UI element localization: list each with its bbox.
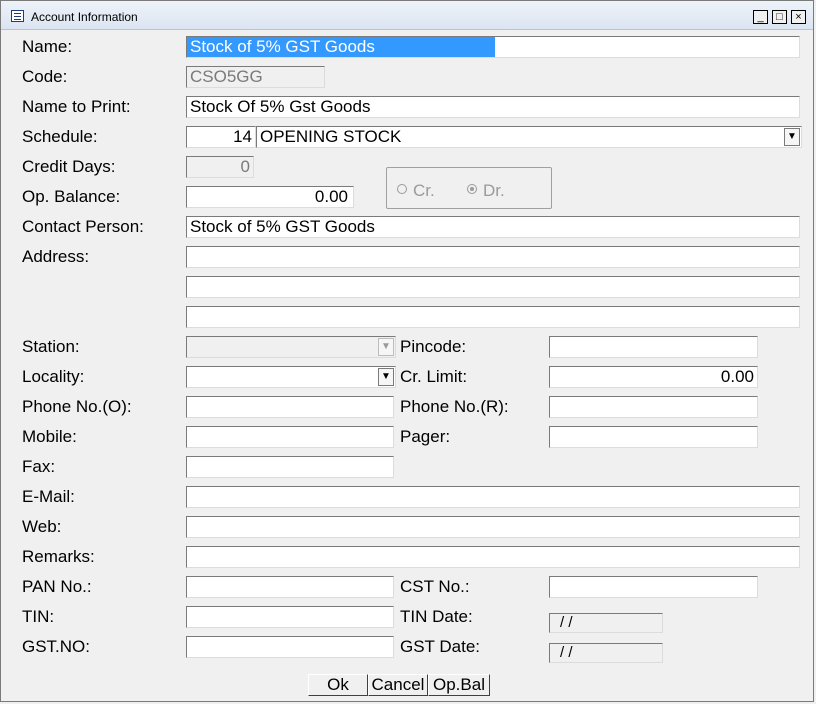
close-button[interactable]: × <box>791 10 806 24</box>
credit-days-input[interactable]: 0 <box>186 156 254 178</box>
contact-person-label: Contact Person: <box>22 217 144 236</box>
schedule-number-input[interactable]: 14 <box>186 126 256 148</box>
phone-r-input[interactable] <box>549 396 758 418</box>
locality-select[interactable]: ▼ <box>186 366 396 388</box>
pincode-label: Pincode: <box>400 337 467 356</box>
mobile-input[interactable] <box>186 426 394 448</box>
cancel-button[interactable]: Cancel <box>368 674 428 696</box>
station-select[interactable]: ▼ <box>186 336 396 358</box>
email-label: E-Mail: <box>22 487 75 506</box>
schedule-label: Schedule: <box>22 127 98 146</box>
tin-date-label: TIN Date: <box>400 607 473 626</box>
title-bar[interactable]: Account Information _ □ × <box>1 1 813 30</box>
window-icon[interactable] <box>11 10 24 22</box>
radio-off-icon <box>397 184 407 194</box>
name-to-print-label: Name to Print: <box>22 97 131 116</box>
phone-o-label: Phone No.(O): <box>22 397 132 416</box>
contact-person-input[interactable]: Stock of 5% GST Goods <box>186 216 800 238</box>
phone-r-label: Phone No.(R): <box>400 397 509 416</box>
pager-input[interactable] <box>549 426 758 448</box>
cr-label: Cr. <box>413 181 435 200</box>
pincode-input[interactable] <box>549 336 758 358</box>
tin-input[interactable] <box>186 606 394 628</box>
phone-o-input[interactable] <box>186 396 394 418</box>
fax-input[interactable] <box>186 456 394 478</box>
name-input[interactable]: Stock of 5% GST Goods <box>186 36 800 58</box>
op-bal-button[interactable]: Op.Bal <box>428 674 490 696</box>
address-line-3-input[interactable] <box>186 306 800 328</box>
pan-label: PAN No.: <box>22 577 92 596</box>
dr-radio[interactable]: Dr. <box>467 181 505 201</box>
email-input[interactable] <box>186 486 800 508</box>
name-to-print-input[interactable]: Stock Of 5% Gst Goods <box>186 96 800 118</box>
locality-label: Locality: <box>22 367 85 386</box>
gst-date-input[interactable]: / / <box>549 643 663 663</box>
code-label: Code: <box>22 67 68 86</box>
code-input[interactable]: CSO5GG <box>186 66 325 88</box>
window-title: Account Information <box>31 10 138 24</box>
credit-days-label: Credit Days: <box>22 157 116 176</box>
dr-label: Dr. <box>483 181 505 200</box>
address-line-2-input[interactable] <box>186 276 800 298</box>
schedule-select[interactable]: OPENING STOCK ▼ <box>256 126 802 148</box>
cst-input[interactable] <box>549 576 758 598</box>
ok-button[interactable]: Ok <box>308 674 368 696</box>
chevron-down-icon[interactable]: ▼ <box>378 368 394 386</box>
gst-date-label: GST Date: <box>400 637 480 656</box>
pager-label: Pager: <box>400 427 451 446</box>
name-value: Stock of 5% GST Goods <box>190 37 375 56</box>
station-label: Station: <box>22 337 80 356</box>
schedule-value: OPENING STOCK <box>260 127 402 146</box>
name-label: Name: <box>22 37 73 56</box>
web-label: Web: <box>22 517 62 536</box>
chevron-down-icon[interactable]: ▼ <box>784 128 800 146</box>
gst-no-input[interactable] <box>186 636 394 658</box>
minimize-button[interactable]: _ <box>753 10 768 24</box>
op-balance-input[interactable]: 0.00 <box>186 186 354 208</box>
cr-dr-group: Cr. Dr. <box>386 167 552 209</box>
cst-label: CST No.: <box>400 577 470 596</box>
chevron-down-icon[interactable]: ▼ <box>378 338 394 356</box>
op-balance-label: Op. Balance: <box>22 187 121 206</box>
tin-date-input[interactable]: / / <box>549 613 663 633</box>
cr-radio[interactable]: Cr. <box>397 181 435 201</box>
web-input[interactable] <box>186 516 800 538</box>
gst-no-label: GST.NO: <box>22 637 91 656</box>
fax-label: Fax: <box>22 457 56 476</box>
cr-limit-label: Cr. Limit: <box>400 367 468 386</box>
mobile-label: Mobile: <box>22 427 77 446</box>
tin-label: TIN: <box>22 607 55 626</box>
address-line-1-input[interactable] <box>186 246 800 268</box>
pan-input[interactable] <box>186 576 394 598</box>
cr-limit-input[interactable]: 0.00 <box>549 366 758 388</box>
radio-on-icon <box>467 184 477 194</box>
address-label: Address: <box>22 247 90 266</box>
remarks-input[interactable] <box>186 546 800 568</box>
maximize-button[interactable]: □ <box>772 10 787 24</box>
remarks-label: Remarks: <box>22 547 95 566</box>
